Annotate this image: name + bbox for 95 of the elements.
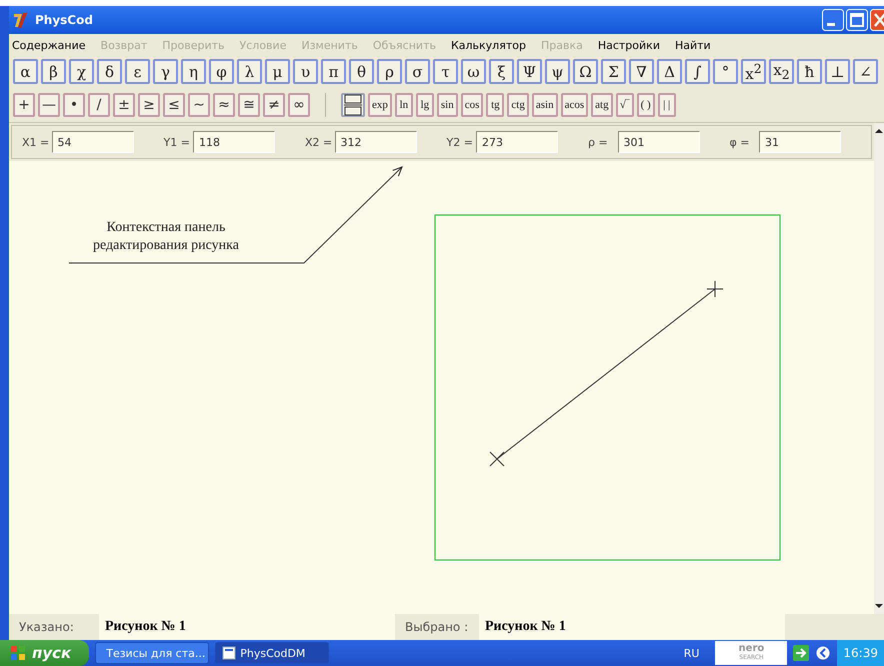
close-icon[interactable] xyxy=(870,9,884,31)
status-label: Указано: xyxy=(18,620,75,634)
menu-item[interactable]: Содержание xyxy=(12,38,86,52)
maximize-icon[interactable] xyxy=(846,9,868,31)
symbol-button[interactable]: η xyxy=(181,59,206,84)
menu-item[interactable]: Найти xyxy=(674,38,711,52)
symbol-button[interactable]: φ xyxy=(209,59,234,84)
field-label: φ = xyxy=(730,136,750,148)
symbol-button[interactable]: ρ xyxy=(377,59,402,84)
window-icon xyxy=(222,646,236,660)
function-button[interactable]: cos xyxy=(460,93,484,117)
symbol-button[interactable]: Ω xyxy=(573,59,598,84)
menu-item[interactable]: Настройки xyxy=(598,38,660,52)
symbol-button[interactable]: δ xyxy=(97,59,122,84)
symbol-button[interactable]: ħ xyxy=(797,59,822,84)
symbol-button[interactable]: π xyxy=(321,59,346,84)
operator-button[interactable]: ∕ xyxy=(88,93,110,117)
symbol-button[interactable]: μ xyxy=(265,59,290,84)
symbol-button[interactable]: Ψ xyxy=(517,59,542,84)
symbol-button[interactable]: α xyxy=(13,59,38,84)
app-logo-icon xyxy=(12,11,30,29)
fraction-button[interactable] xyxy=(341,93,365,117)
symbol-button[interactable]: σ xyxy=(405,59,430,84)
function-button[interactable]: acos xyxy=(560,93,588,117)
windows-logo-icon xyxy=(10,645,26,661)
symbol-button[interactable]: β xyxy=(41,59,66,84)
input-field[interactable]: 312 xyxy=(334,131,416,153)
operator-button[interactable]: + xyxy=(13,93,35,117)
input-field[interactable]: 273 xyxy=(476,131,558,153)
symbol-button[interactable]: ε xyxy=(125,59,150,84)
operator-button[interactable]: ~ xyxy=(188,93,210,117)
symbol-button[interactable]: λ xyxy=(237,59,262,84)
operator-button[interactable]: ± xyxy=(113,93,135,117)
symbol-button[interactable]: ξ xyxy=(489,59,514,84)
input-field[interactable]: 301 xyxy=(618,131,700,153)
window-title: PhysCod xyxy=(35,13,93,27)
function-button[interactable]: tg xyxy=(486,93,504,117)
function-button[interactable]: lg xyxy=(416,93,434,117)
symbol-button[interactable]: Δ xyxy=(657,59,682,84)
operator-button[interactable]: ≈ xyxy=(213,93,235,117)
symbol-button[interactable]: χ xyxy=(69,59,94,84)
symbol-button[interactable]: x$_{2}$ xyxy=(769,59,794,84)
symbol-button[interactable]: ⊥ xyxy=(825,59,850,84)
symbol-button[interactable]: ° xyxy=(713,59,738,84)
field-label: X2 = xyxy=(305,136,334,148)
field-label: Y1 = xyxy=(164,136,191,148)
taskbar-button[interactable]: Тезисы для ста... xyxy=(95,642,210,664)
field-label: Y2 = xyxy=(446,136,474,148)
function-button[interactable]: ctg xyxy=(507,93,529,117)
field-label: X1 = xyxy=(22,136,50,148)
chevron-icon[interactable] xyxy=(815,645,832,661)
operator-button[interactable]: ≠ xyxy=(263,93,285,117)
function-button[interactable]: √‾ xyxy=(616,93,634,117)
symbol-button[interactable]: ∇ xyxy=(629,59,654,84)
arrow-icon[interactable] xyxy=(793,645,810,661)
input-field[interactable]: 118 xyxy=(193,131,275,153)
start-button[interactable]: пуск xyxy=(0,640,90,666)
taskbar-button[interactable]: PhysCodDM xyxy=(215,642,330,664)
function-button[interactable]: asin xyxy=(532,93,558,117)
function-button[interactable]: exp xyxy=(368,93,392,117)
status-label: Выбрано : xyxy=(404,620,470,634)
symbol-button[interactable]: ∫ xyxy=(685,59,710,84)
menu-item[interactable]: Калькулятор xyxy=(450,38,526,52)
symbol-button[interactable]: Σ xyxy=(601,59,626,84)
scrollbar[interactable] xyxy=(874,123,884,614)
callout-text: Контекстная панель редактирования рисунка xyxy=(92,219,240,255)
input-field[interactable]: 31 xyxy=(759,131,841,153)
symbol-button[interactable]: ω xyxy=(461,59,486,84)
symbol-button[interactable]: υ xyxy=(293,59,318,84)
function-button[interactable]: ln xyxy=(394,93,413,117)
status-value: Рисунок № 1 xyxy=(479,614,785,640)
symbol-button[interactable]: x$^{2}$ xyxy=(741,59,766,84)
status-value: Рисунок № 1 xyxy=(99,614,395,640)
operator-button[interactable]: ∞ xyxy=(288,93,310,117)
plus-marker xyxy=(706,280,724,298)
symbol-button[interactable]: γ xyxy=(153,59,178,84)
operator-button[interactable]: ≤ xyxy=(163,93,185,117)
function-button[interactable]: atg xyxy=(591,93,613,117)
symbol-button[interactable]: τ xyxy=(433,59,458,84)
operator-button[interactable]: — xyxy=(38,93,60,117)
operator-button[interactable]: ≥ xyxy=(138,93,160,117)
symbol-button[interactable]: ∠ xyxy=(853,59,878,84)
operator-button[interactable]: ≅ xyxy=(238,93,260,117)
minimize-icon[interactable] xyxy=(822,9,844,31)
symbol-button[interactable]: θ xyxy=(349,59,374,84)
function-button[interactable]: sin xyxy=(436,93,458,117)
function-button[interactable]: ( ) xyxy=(636,93,655,117)
function-button[interactable]: | | xyxy=(658,93,676,117)
field-label: ρ = xyxy=(588,136,609,148)
operator-button[interactable]: • xyxy=(63,93,85,117)
symbol-button[interactable]: ψ xyxy=(545,59,570,84)
language-indicator[interactable]: RU xyxy=(684,646,700,660)
input-field[interactable]: 54 xyxy=(52,131,134,153)
x-marker xyxy=(490,452,504,466)
clock: 16:39 xyxy=(837,640,884,666)
